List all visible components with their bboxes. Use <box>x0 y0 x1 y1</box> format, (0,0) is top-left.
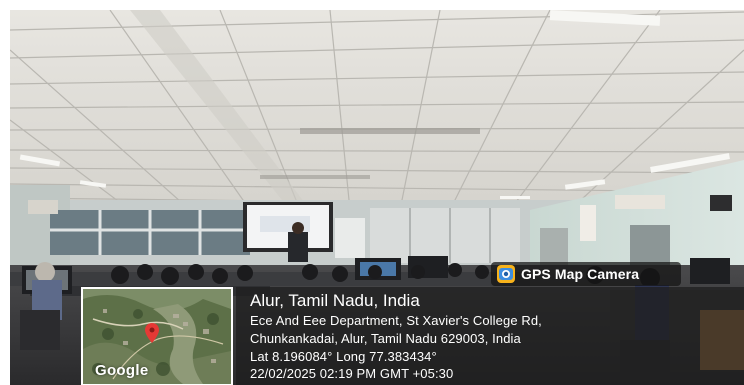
address-line-1: Ece And Eee Department, St Xavier's Coll… <box>250 313 542 328</box>
timestamp: 22/02/2025 02:19 PM GMT +05:30 <box>250 366 454 381</box>
location-title: Alur, Tamil Nadu, India <box>250 291 420 310</box>
google-logo: Google <box>95 362 149 379</box>
photo-frame: GPS Map Camera Google Alur, Tamil Nadu, … <box>0 0 744 385</box>
address-line-2: Chunkankadai, Alur, Tamil Nadu 629003, I… <box>250 331 521 346</box>
badge-label: GPS Map Camera <box>521 266 640 282</box>
camera-pin-icon <box>497 265 515 283</box>
coordinates: Lat 8.196084° Long 77.383434° <box>250 349 437 364</box>
map-pin-icon <box>145 323 159 348</box>
location-map: Google <box>81 287 233 385</box>
location-info-panel: Alur, Tamil Nadu, India Ece And Eee Depa… <box>236 287 744 385</box>
gps-map-camera-badge: GPS Map Camera <box>491 262 681 286</box>
